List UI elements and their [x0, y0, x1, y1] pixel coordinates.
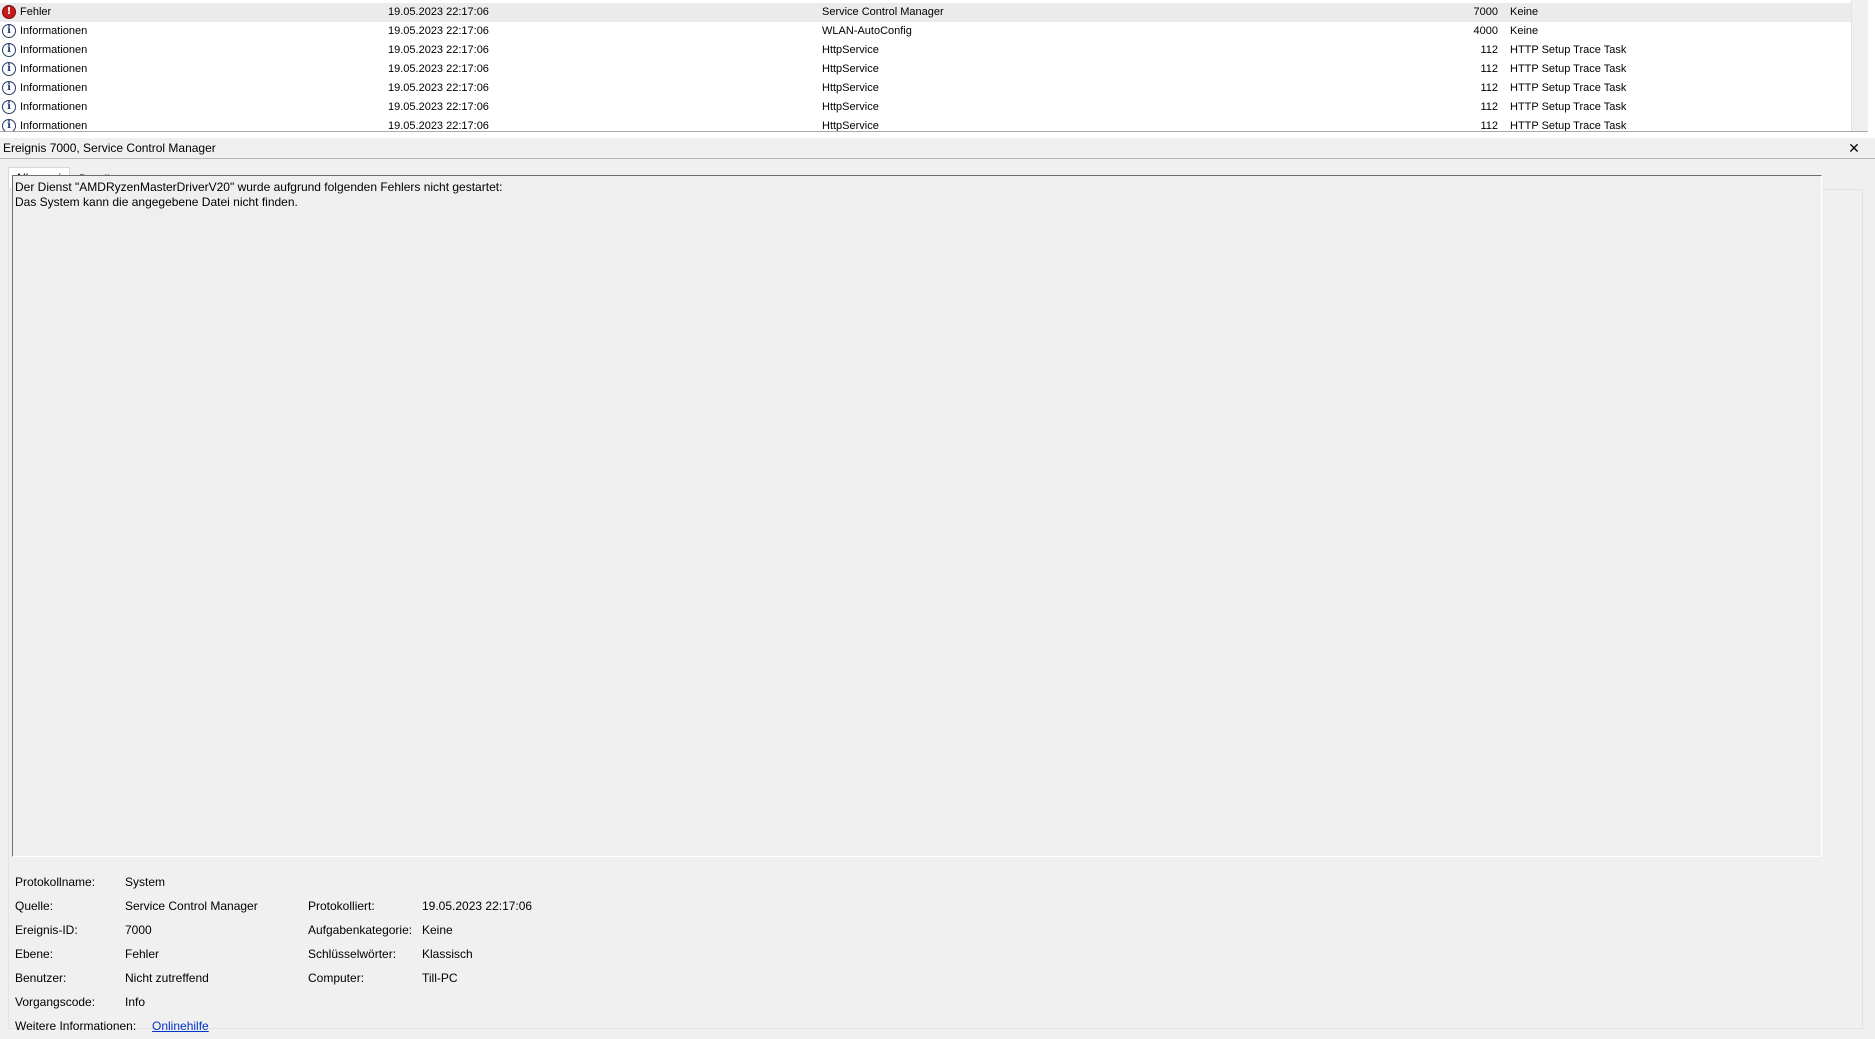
ereignis-id-label: Ereignis-ID: [15, 923, 78, 937]
info-icon: i [2, 81, 16, 95]
event-task-category: HTTP Setup Trace Task [1510, 120, 1627, 132]
weitere-informationen-label: Weitere Informationen: [15, 1019, 137, 1033]
aufgabenkategorie-value[interactable]: Keine [422, 923, 453, 937]
benutzer-label: Benutzer: [15, 971, 67, 985]
event-row[interactable]: i Informationen 19.05.2023 22:17:06 HttpSer… [0, 98, 1851, 117]
event-task-category: HTTP Setup Trace Task [1510, 63, 1627, 75]
message-line: Der Dienst "AMDRyzenMasterDriverV20" wur… [15, 180, 503, 194]
event-level: Fehler [20, 6, 52, 18]
event-message-text[interactable]: Der Dienst "AMDRyzenMasterDriverV20" wur… [12, 175, 1822, 857]
event-source: HttpService [822, 44, 879, 56]
event-source: HttpService [822, 82, 879, 94]
event-source: HttpService [822, 120, 879, 132]
error-icon: ! [2, 5, 16, 19]
event-row[interactable]: i Informationen 19.05.2023 22:17:06 HttpSer… [0, 60, 1851, 79]
event-id: 112 [1480, 120, 1498, 132]
event-source: HttpService [822, 101, 879, 113]
ereignis-id-value[interactable]: 7000 [125, 923, 152, 937]
ebene-label: Ebene: [15, 947, 54, 961]
event-date: 19.05.2023 22:17:06 [388, 120, 489, 132]
computer-value[interactable]: Till-PC [422, 971, 458, 985]
event-detail-header: Ereignis 7000, Service Control Manager ✕ [0, 138, 1875, 159]
event-row[interactable]: i Informationen 19.05.2023 22:17:06 HttpSer… [0, 117, 1851, 132]
info-icon: i [2, 43, 16, 57]
event-task-category: HTTP Setup Trace Task [1510, 101, 1627, 113]
event-list-scrollbar[interactable] [1851, 0, 1868, 131]
event-row[interactable]: i Informationen 19.05.2023 22:17:06 HttpSer… [0, 79, 1851, 98]
quelle-label: Quelle: [15, 899, 54, 913]
protokolliert-value[interactable]: 19.05.2023 22:17:06 [422, 899, 532, 913]
event-task-category: HTTP Setup Trace Task [1510, 44, 1627, 56]
protokollname-value[interactable]: System [125, 875, 165, 889]
event-task-category: HTTP Setup Trace Task [1510, 82, 1627, 94]
event-task-category: Keine [1510, 25, 1539, 37]
info-icon: i [2, 119, 16, 131]
event-date: 19.05.2023 22:17:06 [388, 63, 489, 75]
event-level: Informationen [20, 25, 88, 37]
protokollname-label: Protokollname: [15, 875, 96, 889]
ebene-value[interactable]: Fehler [125, 947, 159, 961]
event-date: 19.05.2023 22:17:06 [388, 82, 489, 94]
event-level: Informationen [20, 63, 88, 75]
event-id: 112 [1480, 101, 1498, 113]
event-row[interactable]: i Informationen 19.05.2023 22:17:06 HttpSer… [0, 41, 1851, 60]
event-level: Informationen [20, 82, 88, 94]
aufgabenkategorie-label: Aufgabenkategorie: [308, 923, 413, 937]
event-detail-title: Ereignis 7000, Service Control Manager [3, 141, 216, 155]
event-row[interactable]: ! Fehler 19.05.2023 22:17:06 Service Contro… [0, 3, 1851, 22]
event-level: Informationen [20, 44, 88, 56]
event-source: Service Control Manager [822, 6, 944, 18]
onlinehilfe-link[interactable]: Onlinehilfe [152, 1019, 209, 1033]
schluesselwoerter-value[interactable]: Klassisch [422, 947, 473, 961]
event-id: 7000 [1473, 6, 1498, 18]
quelle-value[interactable]: Service Control Manager [125, 899, 258, 913]
benutzer-value[interactable]: Nicht zutreffend [125, 971, 209, 985]
message-line: Das System kann die angegebene Datei nic… [15, 195, 298, 209]
schluesselwoerter-label: Schlüsselwörter: [308, 947, 397, 961]
event-row[interactable]: i Informationen 19.05.2023 22:17:06 WLAN-Au… [0, 22, 1851, 41]
event-id: 112 [1480, 63, 1498, 75]
close-icon[interactable]: ✕ [1844, 138, 1864, 158]
protokolliert-label: Protokolliert: [308, 899, 375, 913]
event-date: 19.05.2023 22:17:06 [388, 44, 489, 56]
event-source: HttpService [822, 63, 879, 75]
event-date: 19.05.2023 22:17:06 [388, 6, 489, 18]
event-date: 19.05.2023 22:17:06 [388, 25, 489, 37]
computer-label: Computer: [308, 971, 365, 985]
event-source: WLAN-AutoConfig [822, 25, 912, 37]
event-level: Informationen [20, 101, 88, 113]
event-id: 112 [1480, 44, 1498, 56]
vorgangscode-label: Vorgangscode: [15, 995, 96, 1009]
event-level: Informationen [20, 120, 88, 132]
event-task-category: Keine [1510, 6, 1539, 18]
info-icon: i [2, 100, 16, 114]
event-list: ! Fehler 19.05.2023 22:17:06 Service Contro… [0, 0, 1868, 132]
info-icon: i [2, 24, 16, 38]
info-icon: i [2, 62, 16, 76]
event-id: 4000 [1473, 25, 1498, 37]
vorgangscode-value[interactable]: Info [125, 995, 145, 1009]
event-id: 112 [1480, 82, 1498, 94]
event-date: 19.05.2023 22:17:06 [388, 101, 489, 113]
